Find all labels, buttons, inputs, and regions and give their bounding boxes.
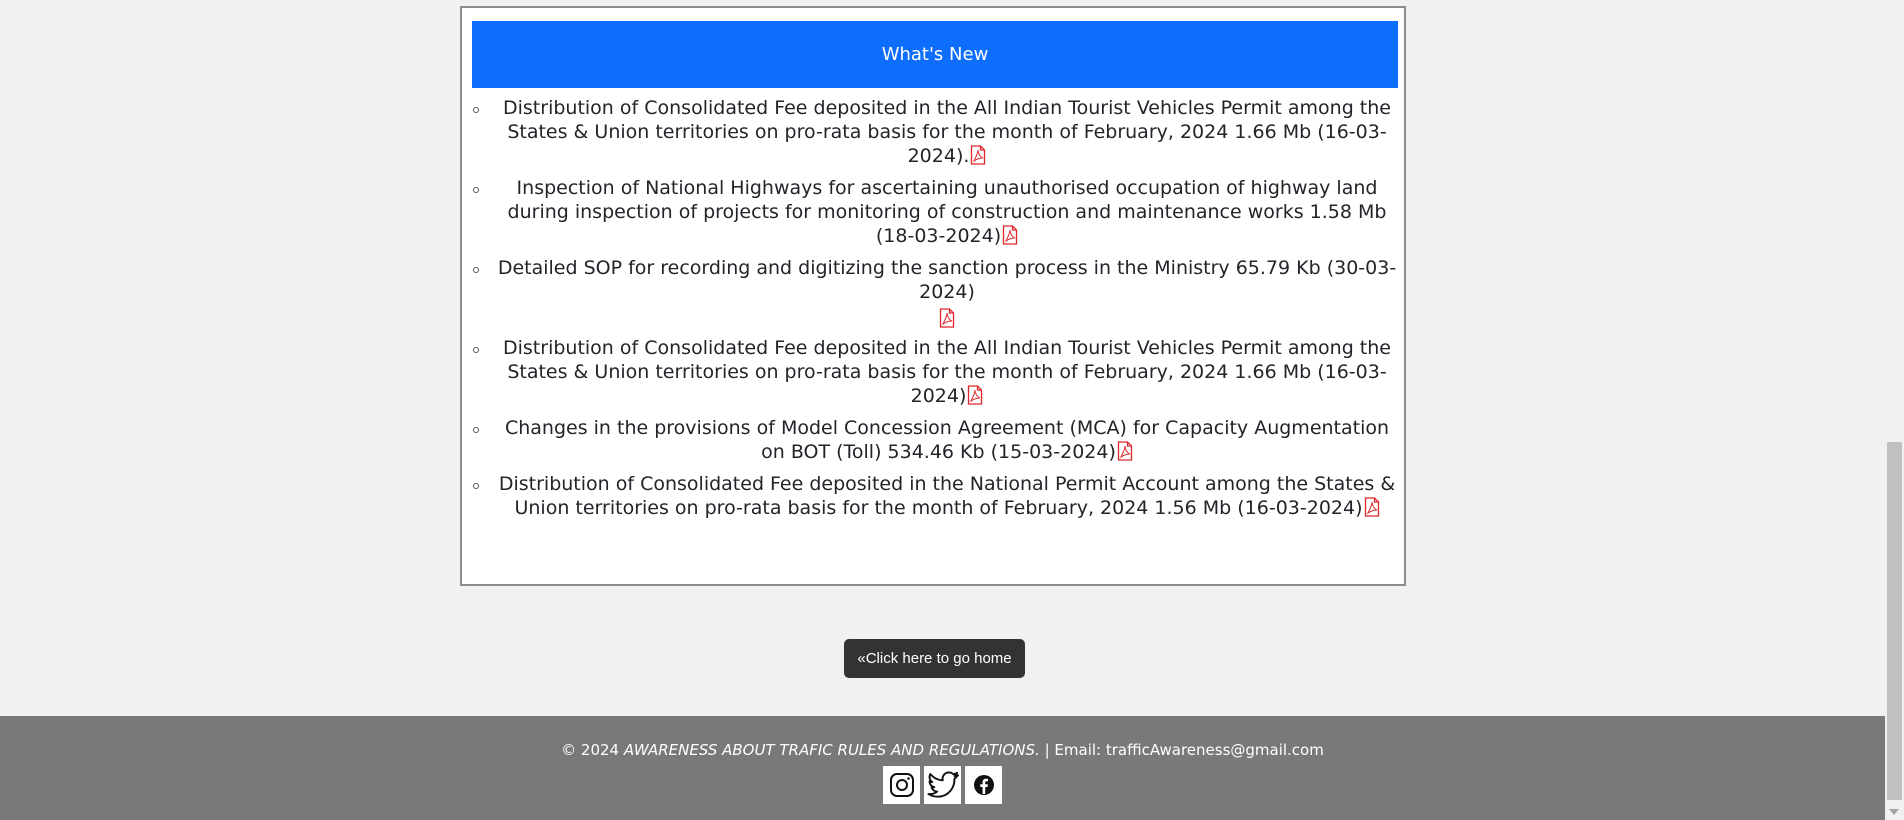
- pdf-icon[interactable]: [967, 385, 983, 405]
- social-links: [0, 766, 1885, 804]
- scrollbar[interactable]: [1885, 0, 1904, 820]
- news-item-text[interactable]: Detailed SOP for recording and digitizin…: [498, 257, 1396, 303]
- footer: © 2024 AWARENESS ABOUT TRAFIC RULES AND …: [0, 716, 1885, 820]
- page: What's New Distribution of Consolidated …: [0, 0, 1885, 820]
- facebook-icon[interactable]: [965, 766, 1002, 804]
- news-list: Distribution of Consolidated Fee deposit…: [472, 96, 1398, 528]
- pdf-icon[interactable]: [1002, 225, 1018, 245]
- news-item: Distribution of Consolidated Fee deposit…: [472, 336, 1398, 416]
- scrollbar-thumb[interactable]: [1887, 442, 1902, 800]
- instagram-icon[interactable]: [883, 766, 920, 804]
- copyright: © 2024: [561, 741, 620, 759]
- pdf-icon[interactable]: [1364, 497, 1380, 517]
- whats-new-panel: What's New Distribution of Consolidated …: [460, 6, 1406, 586]
- news-item-text[interactable]: Distribution of Consolidated Fee deposit…: [503, 97, 1391, 167]
- whats-new-header: What's New: [472, 21, 1398, 88]
- twitter-icon[interactable]: [924, 766, 961, 804]
- scroll-down-icon[interactable]: [1889, 809, 1899, 815]
- news-item: Distribution of Consolidated Fee deposit…: [472, 472, 1398, 528]
- news-item: Distribution of Consolidated Fee deposit…: [472, 96, 1398, 176]
- news-item-text[interactable]: Inspection of National Highways for asce…: [508, 177, 1387, 247]
- pdf-icon[interactable]: [939, 308, 955, 328]
- news-item-text[interactable]: Changes in the provisions of Model Conce…: [505, 417, 1389, 463]
- pdf-icon[interactable]: [1117, 441, 1133, 461]
- org-name: AWARENESS ABOUT TRAFIC RULES AND REGULAT…: [623, 741, 1040, 759]
- footer-text: © 2024 AWARENESS ABOUT TRAFIC RULES AND …: [0, 741, 1885, 759]
- pdf-icon[interactable]: [970, 145, 986, 165]
- news-item: Changes in the provisions of Model Conce…: [472, 416, 1398, 472]
- footer-separator: |: [1044, 741, 1050, 759]
- news-item: Inspection of National Highways for asce…: [472, 176, 1398, 256]
- footer-email: Email: trafficAwareness@gmail.com: [1054, 741, 1324, 759]
- news-item: Detailed SOP for recording and digitizin…: [472, 256, 1398, 336]
- news-item-text[interactable]: Distribution of Consolidated Fee deposit…: [503, 337, 1391, 407]
- go-home-button[interactable]: «Click here to go home: [844, 639, 1025, 678]
- news-item-text[interactable]: Distribution of Consolidated Fee deposit…: [499, 473, 1395, 519]
